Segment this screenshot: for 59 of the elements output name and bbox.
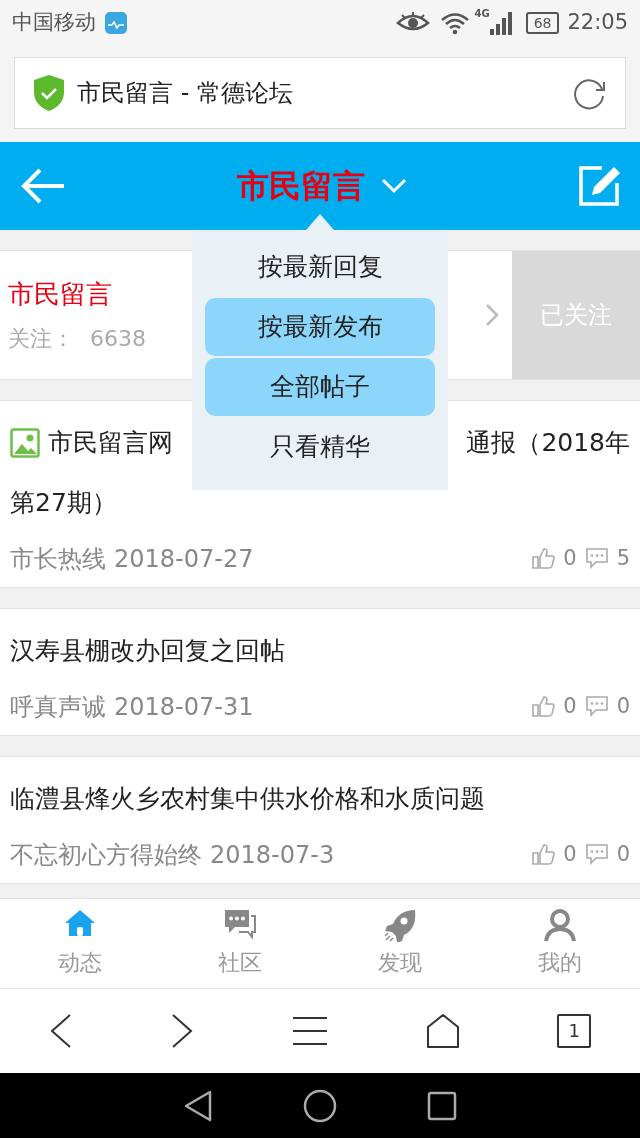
thumbs-up-icon: [531, 695, 556, 719]
post-title: 市民留言网: [48, 427, 173, 459]
post-author: 呼真声诚: [10, 692, 106, 723]
post-title: 第27期）: [10, 487, 118, 519]
comment-icon: [584, 695, 609, 719]
person-icon: [543, 908, 577, 942]
follower-count: 6638: [90, 325, 146, 353]
comment-icon: [584, 547, 609, 571]
chevron-right-icon: [170, 1013, 195, 1049]
comment-icon: [584, 843, 609, 867]
page-title: 市民留言 - 常德论坛: [77, 78, 294, 109]
thumbs-up-icon: [531, 843, 556, 867]
chevron-left-icon: [48, 1013, 73, 1049]
menu-item[interactable]: 按最新发布: [205, 298, 435, 356]
post-date: 2018-07-31: [114, 692, 254, 723]
tabs-button[interactable]: 1: [557, 1014, 592, 1048]
battery-indicator: 68: [525, 11, 560, 34]
network-type: 4G: [474, 7, 490, 21]
like-count: 0: [563, 545, 577, 573]
post-date: 2018-07-27: [114, 544, 254, 575]
shield-check-icon: [33, 74, 65, 112]
reload-icon[interactable]: [573, 76, 607, 110]
clock: 22:05: [567, 8, 628, 36]
post-author: 不忘初心方得始终: [10, 840, 202, 871]
comment-count: 0: [616, 693, 630, 721]
like-count: 0: [563, 693, 577, 721]
post-date: 2018-07-3: [210, 840, 335, 871]
address-bar[interactable]: 市民留言 - 常德论坛: [14, 57, 626, 129]
edit-icon: [578, 165, 620, 207]
thumbs-up-icon: [531, 547, 556, 571]
post-title: 通报（2018年: [466, 427, 630, 459]
post-card[interactable]: 临澧县烽火乡农村集中供水价格和水质问题 不忘初心方得始终 2018-07-3 0 0: [0, 756, 640, 884]
chat-bubbles-icon: [223, 908, 257, 942]
app-notification-icon: [104, 10, 128, 35]
signal-icon: [489, 10, 512, 35]
back-arrow-icon: [20, 166, 66, 206]
home-button[interactable]: [425, 1013, 460, 1049]
menu-item[interactable]: 按最新回复: [205, 238, 435, 296]
back-button[interactable]: [48, 1013, 73, 1049]
comment-count: 0: [616, 841, 630, 869]
followers-label: 关注：: [8, 325, 74, 353]
back-triangle-icon[interactable]: [183, 1088, 213, 1123]
recents-square-icon[interactable]: [427, 1090, 457, 1121]
rocket-icon: [383, 908, 417, 942]
menu-button[interactable]: [292, 1016, 328, 1046]
menu-item[interactable]: 只看精华: [205, 418, 435, 476]
house-outline-icon: [425, 1013, 460, 1049]
post-title: 临澧县烽火乡农村集中供水价格和水质问题: [10, 783, 485, 815]
wifi-icon: [440, 10, 471, 35]
post-author: 市长热线: [10, 544, 106, 575]
menu-item[interactable]: 全部帖子: [205, 358, 435, 416]
post-card[interactable]: 汉寿县棚改办回复之回帖 呼真声诚 2018-07-31 0 0: [0, 608, 640, 736]
home-circle-icon[interactable]: [303, 1088, 337, 1123]
like-count: 0: [563, 841, 577, 869]
comment-count: 5: [616, 545, 630, 573]
carrier-name: 中国移动: [12, 8, 96, 36]
menu-icon: [292, 1016, 328, 1046]
forward-button[interactable]: [170, 1013, 195, 1049]
post-title: 汉寿县棚改办回复之回帖: [10, 635, 285, 667]
